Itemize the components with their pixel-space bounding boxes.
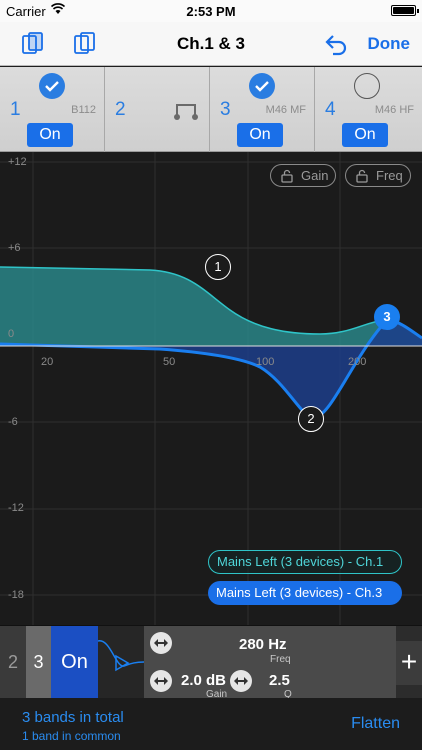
channel-number: 1 bbox=[10, 99, 21, 120]
y-label-minus6: -6 bbox=[8, 416, 18, 428]
bands-total-label: 3 bands in total bbox=[22, 709, 124, 726]
nav-bar: Ch.1 & 3 Done bbox=[0, 22, 422, 66]
y-label-minus18: -18 bbox=[8, 589, 24, 601]
footer: 3 bands in total 1 band in common Flatte… bbox=[0, 698, 422, 750]
channel-on-button[interactable]: On bbox=[237, 123, 283, 147]
checkmark-icon[interactable] bbox=[249, 73, 275, 99]
x-label-20: 20 bbox=[41, 356, 54, 368]
gain-value: 2.0 dB bbox=[181, 672, 227, 689]
device-label: M46 HF bbox=[374, 104, 414, 116]
legend-ch1[interactable]: Mains Left (3 devices) - Ch.1 bbox=[208, 550, 402, 574]
band-tab-3[interactable]: 3 bbox=[26, 626, 51, 699]
filter-shape-preview[interactable] bbox=[97, 626, 145, 699]
eq-node-3[interactable]: 3 bbox=[374, 304, 400, 330]
x-label-50: 50 bbox=[163, 356, 176, 368]
legend-ch3[interactable]: Mains Left (3 devices) - Ch.3 bbox=[208, 581, 402, 605]
done-button[interactable]: Done bbox=[368, 34, 411, 54]
channel-number: 4 bbox=[325, 99, 336, 120]
channel-strip: 1 B112 On 2 3 M46 MF On 4 M46 HF On bbox=[0, 67, 422, 152]
q-adjust-icon[interactable] bbox=[230, 670, 252, 692]
y-label-0: 0 bbox=[8, 328, 15, 340]
y-label-plus12: +12 bbox=[8, 156, 27, 168]
x-label-200: 200 bbox=[348, 356, 367, 368]
channel-4[interactable]: 4 M46 HF On bbox=[315, 67, 422, 152]
band-controls: 2 3 On 280 Hz Freq 2.0 dB Gain 2.5 Q + bbox=[0, 625, 422, 700]
bands-common-label: 1 band in common bbox=[22, 729, 121, 743]
status-bar: Carrier 2:53 PM bbox=[0, 0, 422, 22]
channel-2[interactable]: 2 bbox=[105, 67, 210, 152]
device-label: B112 bbox=[71, 104, 96, 116]
eq-node-2[interactable]: 2 bbox=[298, 406, 324, 432]
link-icon bbox=[174, 104, 198, 120]
eq-graph[interactable]: +12 +6 0 -6 -12 -18 20 50 100 200 Gain F… bbox=[0, 152, 422, 625]
gain-lock-label: Gain bbox=[301, 168, 329, 183]
page-title: Ch.1 & 3 bbox=[176, 34, 246, 53]
add-band-button[interactable]: + bbox=[396, 641, 422, 685]
channel-on-button[interactable]: On bbox=[27, 123, 73, 147]
freq-adjust-icon[interactable] bbox=[150, 632, 172, 654]
x-label-100: 100 bbox=[256, 356, 275, 368]
freq-lock-button[interactable]: Freq bbox=[345, 164, 411, 187]
unchecked-circle-icon[interactable] bbox=[354, 73, 380, 99]
device-label: M46 MF bbox=[265, 104, 306, 116]
lock-icon bbox=[281, 169, 293, 183]
y-label-plus6: +6 bbox=[8, 242, 21, 254]
band-on-button[interactable]: On bbox=[51, 626, 98, 699]
freq-lock-label: Freq bbox=[376, 168, 403, 183]
parameter-panel[interactable]: 280 Hz Freq 2.0 dB Gain 2.5 Q bbox=[144, 626, 396, 700]
freq-value: 280 Hz bbox=[239, 636, 287, 653]
y-label-minus12: -12 bbox=[8, 502, 24, 514]
channel-on-button[interactable]: On bbox=[342, 123, 388, 147]
q-value: 2.5 bbox=[269, 672, 290, 689]
gain-lock-button[interactable]: Gain bbox=[270, 164, 336, 187]
checkmark-icon[interactable] bbox=[39, 73, 65, 99]
channel-3[interactable]: 3 M46 MF On bbox=[210, 67, 315, 152]
channel-number: 2 bbox=[115, 99, 126, 120]
eq-node-1[interactable]: 1 bbox=[205, 254, 231, 280]
channel-number: 3 bbox=[220, 99, 231, 120]
gain-adjust-icon[interactable] bbox=[150, 670, 172, 692]
clock: 2:53 PM bbox=[186, 4, 236, 19]
peak-filter-icon bbox=[97, 640, 145, 672]
freq-label: Freq bbox=[270, 654, 291, 665]
undo-icon[interactable] bbox=[322, 30, 350, 58]
lock-icon bbox=[356, 169, 368, 183]
battery-icon bbox=[391, 5, 419, 16]
flatten-button[interactable]: Flatten bbox=[351, 715, 400, 733]
band-tab-2[interactable]: 2 bbox=[0, 626, 26, 699]
channel-1[interactable]: 1 B112 On bbox=[0, 67, 105, 152]
